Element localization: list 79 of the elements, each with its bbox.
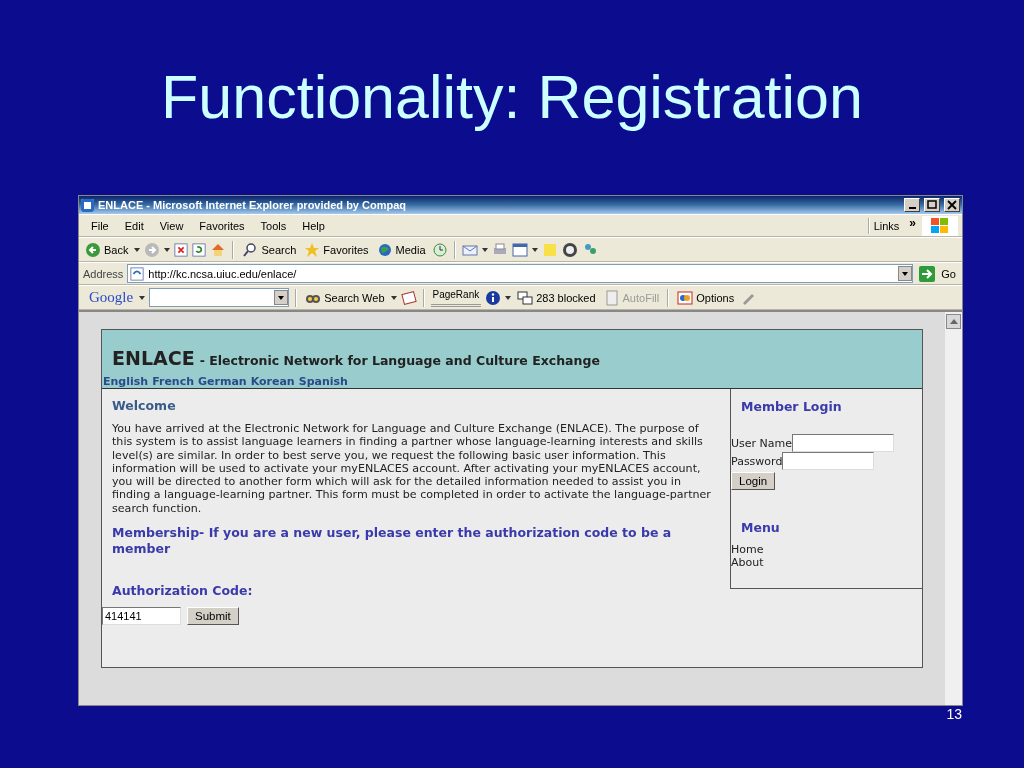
search-icon [242,241,259,258]
favorites-button[interactable]: Favorites [302,240,371,259]
language-link[interactable]: German [198,375,247,388]
close-icon [945,199,959,211]
history-icon[interactable] [431,241,448,258]
submit-button[interactable]: Submit [187,607,239,626]
close-button[interactable] [944,198,960,212]
page-number: 13 [946,706,962,722]
authorization-code-label: Authorization Code: [112,583,254,599]
authorization-code-field[interactable]: 414141 [102,607,181,626]
pagerank-meter: PageRank [430,288,482,307]
dropdown-button[interactable] [898,266,913,281]
info-icon[interactable] [485,289,502,306]
dropdown-button[interactable] [274,290,289,305]
caret-icon[interactable] [505,295,512,300]
media-button[interactable]: Media [374,240,428,259]
address-label: Address [83,267,124,280]
field-label: User Name [731,436,793,450]
chevron-button[interactable]: » [903,215,922,236]
browser-icon [81,198,94,212]
maximize-button[interactable] [924,198,940,212]
login-field[interactable] [792,434,895,452]
options-icon [677,289,694,306]
google-search-field[interactable] [149,288,290,307]
caret-icon[interactable] [531,247,538,252]
minimize-button[interactable] [904,198,920,212]
up-arrow-icon [949,319,958,324]
menu-item[interactable]: Help [294,217,333,234]
menu-link[interactable]: About [731,556,764,569]
menu-item[interactable]: Tools [252,217,295,234]
refresh-icon[interactable] [192,242,207,257]
language-link[interactable]: Korean [250,375,295,388]
google-menu-button[interactable]: Google [83,289,136,306]
field-label: Password [731,454,783,468]
caret-icon[interactable] [481,247,488,252]
arrow-icon [919,265,936,282]
scrollbar[interactable] [945,312,962,705]
search-button[interactable]: Search [240,240,299,259]
options-button[interactable]: Options [675,288,737,307]
scroll-up-button[interactable] [946,314,961,329]
caret-icon[interactable] [390,295,397,300]
form-icon [603,289,620,306]
edit-icon[interactable] [511,241,528,258]
site-logo-text: ENLACE [112,347,195,369]
maximize-icon [925,199,939,211]
menu-item[interactable]: View [151,217,192,234]
membership-heading: Membership- If you are a new user, please enter the authorization code to be a member [112,525,673,558]
page-icon [130,266,145,281]
go-button[interactable]: Go [917,264,958,283]
menu-item[interactable]: File [83,217,117,234]
caret-icon[interactable] [139,295,146,300]
window-title: ENLACE - Microsoft Internet Explorer provided by Compaq [98,199,407,211]
language-link[interactable]: French [152,375,195,388]
menu-item[interactable]: Favorites [191,217,253,234]
star-icon [304,241,321,258]
language-link[interactable]: Spanish [298,375,348,388]
address-field[interactable]: http://kc.ncsa.uiuc.edu/enlace/ [127,264,914,283]
menu-heading: Menu [741,520,780,535]
caret-icon[interactable] [164,247,171,252]
globe-icon [376,241,393,258]
menu-item[interactable]: Edit [116,217,152,234]
minimize-icon [908,207,916,209]
links-button[interactable]: Links [867,217,904,234]
slide-title: Functionality: Registration [161,62,863,133]
language-link[interactable]: English [103,375,149,388]
windows-icon [517,289,534,306]
welcome-paragraph: You have arrived at the Electronic Network for Language and Culture Exchange (ENLACE). The purpose of this system is to assist language learners in finding a partner whose language-learning interests and skills level(s) are similar. In order to best serve you, we request the following basic user information. This information will be used to activate your myENLACES account. After activating your myENLACES account, you will be directed to another form which will ask for the detailed information needed to assist you in finding a language-learning partner. This form must be completed in order to activate the language-partner search function. [112,422,712,516]
login-button[interactable]: Login [731,472,776,490]
member-login-heading: Member Login [741,399,842,414]
home-icon[interactable] [210,241,227,258]
caret-icon[interactable] [134,247,141,252]
welcome-heading: Welcome [112,398,177,413]
search-web-button[interactable]: Search Web [303,288,387,307]
menu-link[interactable]: Home [731,543,764,556]
popup-blocker-button[interactable]: 283 blocked [515,288,598,307]
login-field[interactable] [782,452,875,470]
site-tagline: - Electronic Network for Language and Culture Exchange [199,353,600,368]
back-button[interactable]: Back [83,240,131,259]
stop-icon[interactable] [174,242,189,257]
